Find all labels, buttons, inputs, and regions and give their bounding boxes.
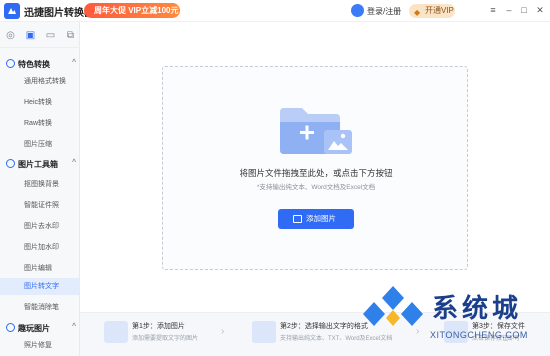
image-icon[interactable]: ▣ [25, 30, 36, 41]
convert-icon [6, 59, 15, 68]
document-icon[interactable]: ◎ [5, 30, 16, 41]
sidebar-item-id-photo[interactable]: 智能证件照 [0, 197, 79, 214]
sidebar-item-cutout[interactable]: 抠图换背景 [0, 176, 79, 193]
watermark-url: XITONGCHENG.COM [430, 330, 528, 340]
sidebar-item-photo-repair[interactable]: 照片修复 [0, 337, 79, 354]
promo-banner[interactable]: 周年大促 VIP立减100元 [84, 3, 180, 18]
chevron-up-icon: ^ [72, 59, 77, 66]
user-avatar-icon[interactable] [351, 4, 364, 17]
sidebar-item-raw[interactable]: Raw转换 [0, 115, 79, 132]
sidebar-item-heic[interactable]: Heic转换 [0, 94, 79, 111]
sidebar-item-remove-watermark[interactable]: 图片去水印 [0, 218, 79, 235]
chevron-up-icon: ^ [72, 159, 77, 166]
diamond-icon: ◆ [414, 8, 421, 17]
sidebar-item-edit[interactable]: 图片编辑 [0, 260, 79, 277]
group-image-tools[interactable]: 图片工具箱 ^ [6, 159, 76, 170]
maximize-icon[interactable]: □ [518, 4, 530, 16]
add-image-button[interactable]: 添加图片 [278, 209, 354, 229]
folder-image-icon [280, 108, 352, 154]
title-bar: 迅捷图片转换器 周年大促 VIP立减100元 登录/注册 ◆ 开通VIP ≡ –… [0, 0, 550, 22]
sidebar-toolbar: ◎ ▣ ▭ ⧉ [0, 22, 80, 48]
sidebar: ◎ ▣ ▭ ⧉ 特色转换 ^ 通用格式转换 Heic转换 Raw转换 图片压缩 … [0, 22, 80, 356]
dropzone-subtitle: *支持输出纯文本、Word文档及Excel文档 [256, 184, 376, 191]
copy-icon[interactable]: ⧉ [65, 30, 76, 41]
open-vip-button[interactable]: ◆ 开通VIP [409, 4, 455, 18]
fun-icon [6, 323, 15, 332]
sidebar-item-eraser[interactable]: 智能消除笔 [0, 299, 79, 316]
image-icon [293, 215, 302, 223]
minimize-icon[interactable]: – [503, 4, 515, 16]
add-image-label: 添加图片 [306, 214, 336, 223]
app-logo-icon [4, 3, 20, 19]
dropzone-title: 将图片文件拖拽至此处，或点击下方按钮 [239, 168, 393, 178]
sidebar-item-compress[interactable]: 图片压缩 [0, 136, 79, 153]
group-special-convert[interactable]: 特色转换 ^ [6, 59, 76, 70]
folder-icon[interactable]: ▭ [45, 30, 56, 41]
step-format-icon [252, 321, 276, 343]
file-dropzone[interactable]: 将图片文件拖拽至此处，或点击下方按钮 *支持输出纯文本、Word文档及Excel… [162, 66, 468, 270]
menu-icon[interactable]: ≡ [487, 4, 499, 16]
step-add-icon [104, 321, 128, 343]
group-fun-images[interactable]: 趣玩图片 ^ [6, 323, 76, 334]
watermark-logo-icon [363, 286, 423, 326]
watermark-text: 系统城 [432, 293, 523, 323]
sidebar-item-image-to-text[interactable]: 图片转文字 [0, 278, 79, 295]
step-1-desc: 添加需要提取文字的图片 [132, 336, 199, 342]
site-watermark: 系统城 XITONGCHENG.COM [360, 282, 550, 356]
sidebar-item-add-watermark[interactable]: 图片加水印 [0, 239, 79, 256]
open-vip-label: 开通VIP [425, 6, 454, 15]
chevron-up-icon: ^ [72, 323, 77, 330]
chevron-right-icon: › [221, 326, 225, 337]
sidebar-item-generic-convert[interactable]: 通用格式转换 [0, 73, 79, 90]
step-1-title: 第1步：添加图片 [132, 323, 185, 330]
login-link[interactable]: 登录/注册 [367, 6, 401, 17]
step-2-title: 第2步：选择输出文字的格式 [280, 323, 368, 330]
toolbox-icon [6, 159, 15, 168]
close-icon[interactable]: ✕ [534, 4, 546, 16]
